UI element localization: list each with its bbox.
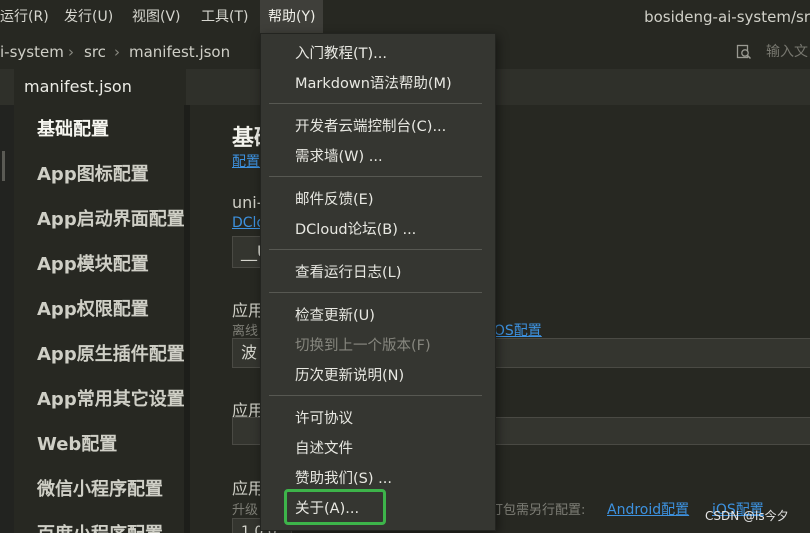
menu-separator bbox=[269, 103, 482, 104]
menu-tools[interactable]: 工具(T) bbox=[201, 0, 248, 35]
sidebar-item-web[interactable]: Web配置 bbox=[37, 433, 117, 457]
menu-item-email-feedback[interactable]: 邮件反馈(E) bbox=[295, 190, 373, 210]
hint-pack: 打包需另行配置: bbox=[490, 503, 586, 518]
tab-manifest[interactable]: manifest.json bbox=[14, 69, 186, 105]
menu-item-license[interactable]: 许可协议 bbox=[295, 409, 353, 429]
sidebar-item-weixin[interactable]: 微信小程序配置 bbox=[37, 478, 163, 502]
help-menu-dropdown: 入门教程(T)... Markdown语法帮助(M) 开发者云端控制台(C)..… bbox=[260, 33, 496, 531]
menu-view[interactable]: 视图(V) bbox=[132, 0, 181, 35]
sidebar-item-baidu[interactable]: 百度小程序配置 bbox=[37, 523, 163, 533]
menu-item-previous-version: 切换到上一个版本(F) bbox=[295, 338, 431, 354]
menu-separator bbox=[269, 395, 482, 396]
menu-help[interactable]: 帮助(Y) bbox=[260, 0, 324, 35]
breadcrumb-separator-icon: › bbox=[114, 43, 120, 61]
menu-bar: 运行(R) 发行(U) 视图(V) 工具(T) 帮助(Y) bosideng-a… bbox=[0, 0, 810, 35]
menu-item-check-update[interactable]: 检查更新(U) bbox=[295, 306, 375, 326]
activity-strip bbox=[0, 105, 14, 533]
config-link[interactable]: 配置 bbox=[232, 151, 260, 171]
sidebar-item-app-other[interactable]: App常用其它设置 bbox=[37, 388, 184, 412]
watermark: CSDN @ls今夕 bbox=[705, 509, 789, 523]
breadcrumb-separator-icon: › bbox=[68, 43, 74, 61]
menu-item-markdown-help[interactable]: Markdown语法帮助(M) bbox=[295, 74, 452, 94]
window-title: bosideng-ai-system/sr bbox=[644, 8, 810, 26]
breadcrumb-project[interactable]: i-system bbox=[0, 35, 64, 69]
menu-separator bbox=[269, 292, 482, 293]
menu-run[interactable]: 运行(R) bbox=[0, 0, 49, 35]
search-input[interactable]: 输入文 bbox=[766, 35, 808, 69]
sidebar-item-basic[interactable]: 基础配置 bbox=[37, 118, 109, 142]
menu-publish[interactable]: 发行(U) bbox=[64, 0, 113, 35]
sidebar-item-app-splash[interactable]: App启动界面配置 bbox=[37, 208, 184, 232]
sidebar-item-app-icon[interactable]: App图标配置 bbox=[37, 163, 149, 187]
sidebar-item-app-permissions[interactable]: App权限配置 bbox=[37, 298, 149, 322]
config-sidebar: 基础配置 App图标配置 App启动界面配置 App模块配置 App权限配置 A… bbox=[14, 105, 184, 533]
file-search-icon[interactable] bbox=[736, 44, 752, 60]
android-config-link[interactable]: Android配置 bbox=[607, 499, 689, 519]
menu-item-feature-wall[interactable]: 需求墙(W) ... bbox=[295, 147, 383, 167]
hint-offline: 离线 bbox=[232, 324, 259, 339]
breadcrumb-file[interactable]: manifest.json bbox=[129, 35, 230, 69]
breadcrumb-src[interactable]: src bbox=[84, 35, 106, 69]
about-highlight-box bbox=[284, 489, 386, 525]
menu-item-readme[interactable]: 自述文件 bbox=[295, 439, 353, 459]
sidebar-item-app-modules[interactable]: App模块配置 bbox=[37, 253, 149, 277]
label-uniapp-id: uni- bbox=[232, 193, 263, 212]
menu-item-sponsor[interactable]: 赞助我们(S) ... bbox=[295, 469, 392, 489]
scroll-marker bbox=[2, 151, 5, 181]
menu-separator bbox=[269, 176, 482, 177]
menu-separator bbox=[269, 249, 482, 250]
ios-config-link[interactable]: iOS配置 bbox=[490, 320, 542, 340]
menu-item-tutorial[interactable]: 入门教程(T)... bbox=[295, 44, 387, 64]
hint-upgrade: 升级 bbox=[232, 503, 259, 518]
menu-item-dcloud-forum[interactable]: DCloud论坛(B) ... bbox=[295, 220, 416, 240]
sidebar-item-app-native-plugins[interactable]: App原生插件配置 bbox=[37, 343, 184, 367]
tab-label: manifest.json bbox=[24, 77, 132, 96]
menu-item-dev-console[interactable]: 开发者云端控制台(C)... bbox=[295, 117, 446, 137]
menu-item-run-log[interactable]: 查看运行日志(L) bbox=[295, 263, 401, 283]
menu-item-release-notes[interactable]: 历次更新说明(N) bbox=[295, 366, 404, 386]
